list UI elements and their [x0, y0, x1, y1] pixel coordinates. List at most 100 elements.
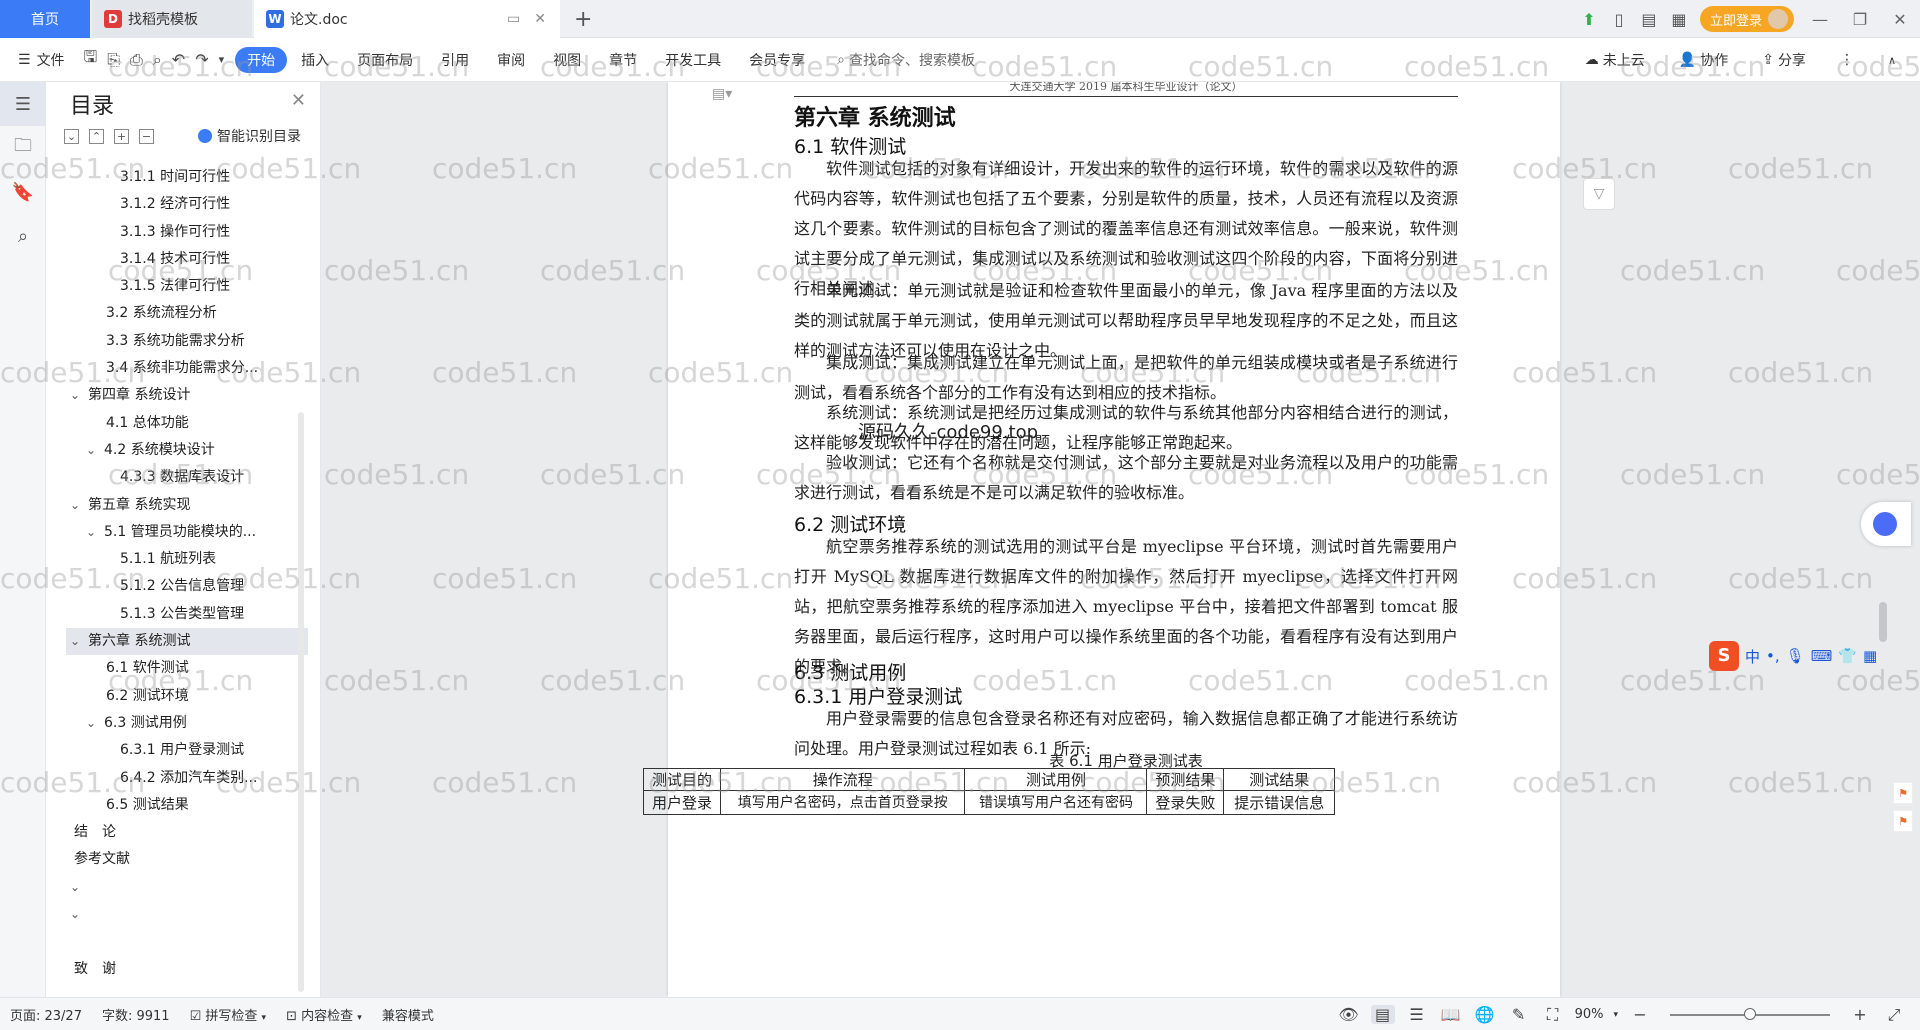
save-icon[interactable]: 🖫	[79, 46, 103, 73]
spell-check-button[interactable]: ☑ 拼写检查 ▾	[180, 1005, 276, 1024]
toc-item[interactable]: 6.4.2 添加汽车类别...	[66, 765, 308, 792]
tab-review[interactable]: 审阅	[483, 47, 539, 73]
toc-item[interactable]: 6.1 软件测试	[66, 655, 308, 682]
eye-protect-icon[interactable]: 👁	[1337, 1005, 1361, 1024]
page-view-icon[interactable]: ▤	[1370, 1005, 1395, 1024]
more-quick-icon[interactable]: ▾	[214, 53, 230, 66]
print-icon[interactable]: ⎙	[125, 50, 148, 70]
toc-item[interactable]: ⌄ 第五章 系统实现	[66, 492, 308, 519]
tab-template[interactable]: D 找稻壳模板	[92, 0, 252, 38]
chevron-down-icon[interactable]: ⌄	[70, 492, 80, 519]
toc-item[interactable]: ⌄ 5.1 管理员功能模块的...	[66, 519, 308, 546]
document-page[interactable]: 大连交通大学 2019 届本科生毕业设计（论文） ▤▾ 第六章 系统测试 6.1…	[668, 82, 1560, 997]
toc-item[interactable]: ⌄	[66, 874, 308, 901]
toc-item[interactable]: ⌄ 第四章 系统设计	[66, 382, 308, 409]
upgrade-icon[interactable]: ⬆	[1574, 10, 1604, 29]
keyboard-icon[interactable]: ⌨	[1811, 647, 1833, 665]
skin-icon[interactable]: 👕	[1838, 647, 1857, 665]
cloud-status[interactable]: ☁ 未上云	[1571, 47, 1659, 73]
toc-item[interactable]: 6.3.1 用户登录测试	[66, 737, 308, 764]
edge-flag-icon[interactable]: ⚑	[1893, 782, 1913, 804]
zoom-slider-knob[interactable]	[1744, 1007, 1756, 1020]
ime-lang-label[interactable]: 中	[1745, 646, 1760, 667]
toc-item[interactable]: 3.1.4 技术可行性	[66, 246, 308, 273]
ime-punct-icon[interactable]: •,	[1766, 647, 1780, 665]
read-view-icon[interactable]: 📖	[1439, 1005, 1463, 1024]
close-window-icon[interactable]: ✕	[1880, 10, 1920, 29]
toc-item[interactable]	[66, 928, 308, 955]
toc-item[interactable]: ⌄ 4.2 系统模块设计	[66, 437, 308, 464]
add-tab-button[interactable]: +	[574, 0, 592, 38]
page-indicator[interactable]: 页面: 23/27	[0, 1005, 92, 1024]
web-view-icon[interactable]: 🌐	[1473, 1005, 1497, 1024]
toc-item[interactable]: ⌄ 第六章 系统测试	[66, 628, 308, 656]
redo-icon[interactable]: ↷	[190, 50, 213, 69]
toc-item[interactable]: 4.1 总体功能	[66, 410, 308, 437]
tab-member[interactable]: 会员专享	[735, 47, 819, 73]
filter-panel-icon[interactable]: ▽	[1583, 178, 1615, 210]
zoom-out-icon[interactable]: −	[1628, 1005, 1652, 1024]
apps-grid-icon[interactable]: ▦	[1664, 10, 1694, 29]
tab-document[interactable]: W 论文.doc ▭ ✕	[254, 0, 560, 38]
add-heading-icon[interactable]: +	[114, 128, 129, 144]
chevron-down-icon[interactable]: ⌄	[70, 382, 80, 409]
toc-item[interactable]: 5.1.3 公告类型管理	[66, 601, 308, 628]
chevron-down-icon[interactable]: ⌄	[70, 628, 80, 655]
file-menu[interactable]: ☰ 文件	[0, 47, 79, 73]
word-count[interactable]: 字数: 9911	[92, 1005, 180, 1024]
collapse-ribbon-icon[interactable]: ∧	[1874, 47, 1910, 73]
bookmark-icon[interactable]: 🔖	[0, 170, 46, 214]
tab-page-layout[interactable]: 页面布局	[343, 47, 427, 73]
tab-home[interactable]: 首页	[0, 0, 90, 38]
close-icon[interactable]: ✕	[291, 90, 306, 111]
edge-flag-icon[interactable]: ⚑	[1893, 810, 1913, 832]
toc-item[interactable]: 3.4 系统非功能需求分...	[66, 355, 308, 382]
scrollbar-thumb[interactable]	[1879, 602, 1887, 642]
toc-item[interactable]: 3.1.1 时间可行性	[66, 164, 308, 191]
minimize-icon[interactable]: —	[1800, 10, 1840, 29]
toc-item[interactable]: 5.1.2 公告信息管理	[66, 573, 308, 600]
toc-item[interactable]: 4.3.3 数据库表设计	[66, 464, 308, 491]
toc-item[interactable]: 致 谢	[66, 956, 308, 983]
toc-item[interactable]: ⌄	[66, 901, 308, 928]
document-scrollbar[interactable]	[1875, 82, 1891, 997]
toc-item[interactable]: 6.2 测试环境	[66, 683, 308, 710]
smart-toc-button[interactable]: 智能识别目录	[198, 126, 301, 146]
outline-view-icon[interactable]: ☰	[1405, 1005, 1429, 1024]
toc-item[interactable]: 3.1.3 操作可行性	[66, 219, 308, 246]
tab-references[interactable]: 引用	[427, 47, 483, 73]
collapse-all-icon[interactable]: ⌃	[89, 128, 104, 144]
chevron-down-icon[interactable]: ⌄	[70, 874, 80, 901]
chevron-down-icon[interactable]: ⌄	[86, 710, 96, 737]
zoom-in-icon[interactable]: +	[1848, 1005, 1872, 1024]
content-check-button[interactable]: ⊡ 内容检查 ▾	[276, 1005, 372, 1024]
more-options-icon[interactable]: ⋮	[1826, 47, 1868, 73]
toc-panel-icon[interactable]: ☰	[0, 82, 46, 126]
layout-icon[interactable]: ▤	[1634, 10, 1664, 29]
toc-scrollbar[interactable]	[298, 412, 304, 992]
command-search[interactable]: ⌕ 查找命令、搜索模板	[819, 47, 989, 73]
microphone-icon[interactable]: 🎙	[1786, 647, 1805, 665]
toc-item[interactable]: 6.5 测试结果	[66, 792, 308, 819]
toc-item[interactable]: 3.1.2 经济可行性	[66, 191, 308, 218]
tab-section[interactable]: 章节	[595, 47, 651, 73]
restore-icon[interactable]: ❐	[1840, 10, 1880, 29]
expand-all-icon[interactable]: ⌄	[64, 128, 79, 144]
close-tab-icon[interactable]: ✕	[534, 11, 546, 27]
tab-start[interactable]: 开始	[235, 46, 288, 73]
zoom-slider[interactable]	[1670, 1007, 1830, 1020]
collab-button[interactable]: 👤 协作	[1665, 47, 1742, 73]
toc-item[interactable]: 3.1.5 法律可行性	[66, 273, 308, 300]
toc-item[interactable]: 参考文献	[66, 846, 308, 873]
fit-page-icon[interactable]: ⛶	[1541, 1005, 1565, 1025]
paragraph-handle-icon[interactable]: ▤▾	[712, 86, 732, 102]
fullscreen-icon[interactable]: ⤢	[1882, 1005, 1906, 1025]
reading-mode-icon[interactable]: ▯	[1604, 10, 1634, 29]
sogou-ime-icon[interactable]: S	[1709, 641, 1739, 671]
remove-heading-icon[interactable]: −	[139, 128, 154, 144]
tab-developer[interactable]: 开发工具	[651, 47, 735, 73]
toc-item[interactable]: 3.2 系统流程分析	[66, 300, 308, 327]
chevron-down-icon[interactable]: ▾	[1613, 1010, 1618, 1020]
toc-item[interactable]: ⌄ 6.3 测试用例	[66, 710, 308, 737]
find-icon[interactable]: ⌕	[0, 214, 46, 258]
